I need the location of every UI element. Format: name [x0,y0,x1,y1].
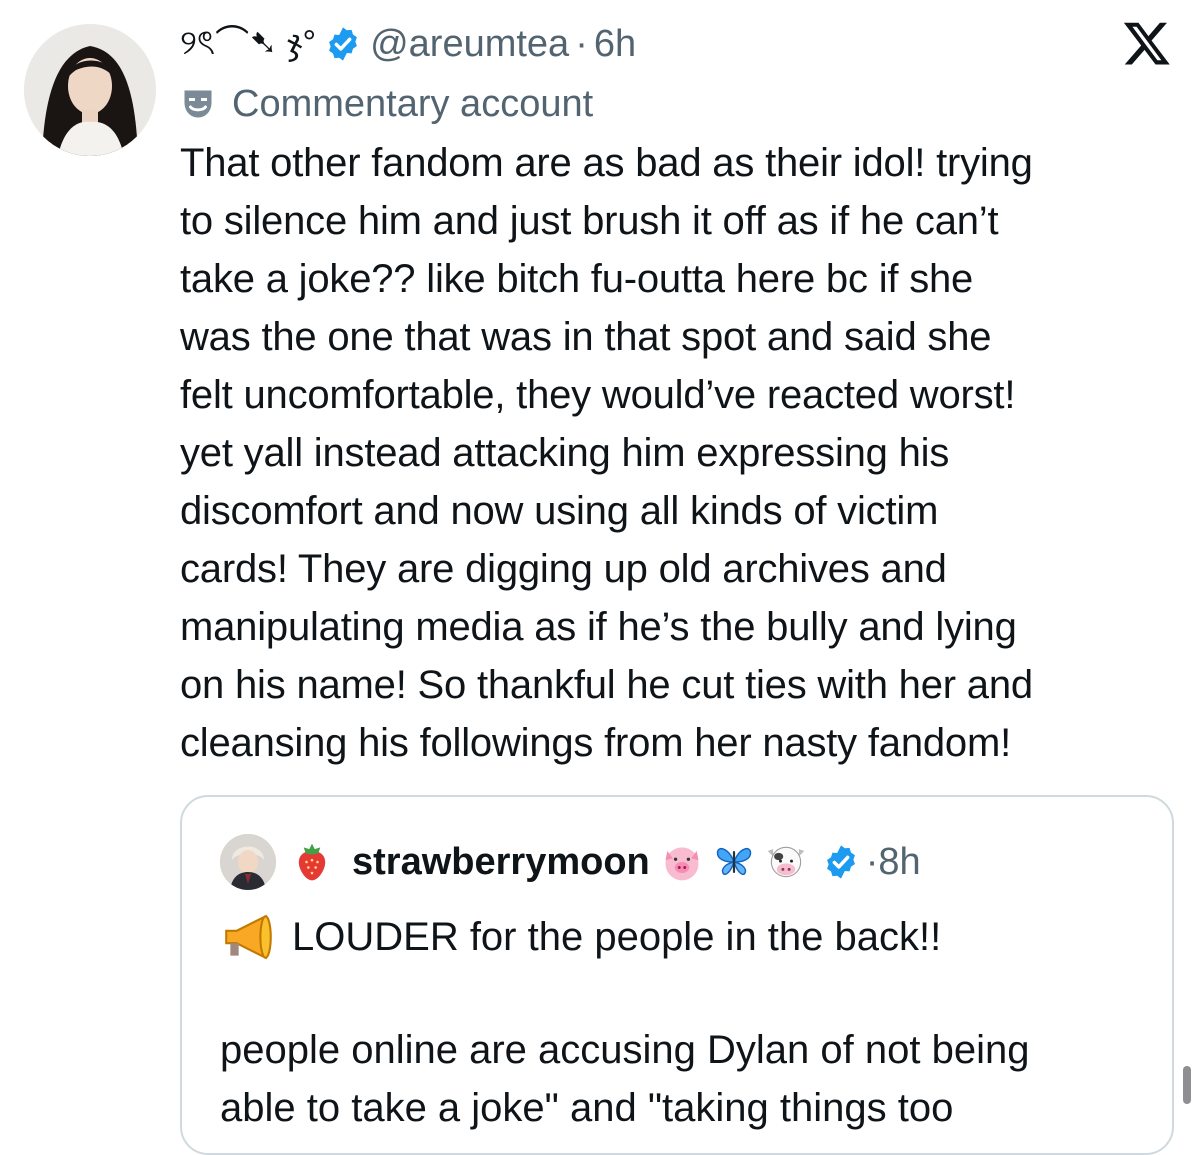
strawberry-icon [298,843,326,881]
tweet-text: That other fandom are as bad as their id… [180,134,1170,772]
account-label-text: Commentary account [232,82,594,125]
tweet-text-line: discomfort and now using all kinds of vi… [180,489,939,533]
author-handle[interactable]: @areumtea [370,23,569,66]
quoted-tweet-header: strawberrymoon · 8h [220,831,921,893]
author-avatar[interactable] [24,24,156,156]
quoted-separator-dot: · [865,840,879,883]
tweet-text-line: cards! They are digging up old archives … [180,547,947,591]
quoted-author-avatar[interactable] [220,834,276,890]
cow-face-icon [767,846,805,878]
quoted-text-line: able to take a joke" and "taking things … [220,1086,954,1130]
tweet-text-line: was the one that was in that spot and sa… [180,315,992,359]
tweet-text-line: That other fandom are as bad as their id… [180,141,1033,185]
megaphone-icon [225,914,272,960]
scrollbar[interactable] [1183,1066,1191,1104]
tweet-timestamp[interactable]: 6h [594,23,636,66]
quoted-display-name[interactable]: strawberrymoon [352,841,650,884]
display-name[interactable]: ୨ৎ⌒➷ ჯ° [180,15,316,74]
quoted-text-line: LOUDER for the people in the back!! [292,914,942,959]
separator-dot: · [575,22,588,65]
verified-badge-icon [329,27,358,61]
x-logo-icon[interactable] [1122,18,1172,68]
quoted-tweet-card[interactable]: strawberrymoon · 8h LOUDER for the peopl… [180,795,1174,1155]
tweet-text-line: take a joke?? like bitch fu-outta here b… [180,257,974,301]
pig-face-icon [665,847,699,881]
quoted-text-first-line: LOUDER for the people in the back!! [220,907,941,967]
verified-badge-icon [826,845,855,879]
butterfly-icon [716,847,751,876]
tweet-text-line: yet yall instead attacking him expressin… [180,431,950,475]
tweet-text-line: to silence him and just brush it off as … [180,199,999,243]
tweet-text-line: cleansing his followings from her nasty … [180,721,1012,765]
tweet-text-line: manipulating media as if he’s the bully … [180,605,1017,649]
quoted-text-line: people online are accusing Dylan of not … [220,1028,1030,1072]
tweet-header: ୨ৎ⌒➷ ჯ° @areumtea · 6h [180,14,636,74]
tweet-text-line: on his name! So thankful he cut ties wit… [180,663,1033,707]
account-label[interactable]: Commentary account [180,76,593,132]
quoted-timestamp[interactable]: 8h [878,841,920,884]
theater-masks-icon [184,90,212,118]
tweet-text-line: felt uncomfortable, they would’ve reacte… [180,373,1016,417]
